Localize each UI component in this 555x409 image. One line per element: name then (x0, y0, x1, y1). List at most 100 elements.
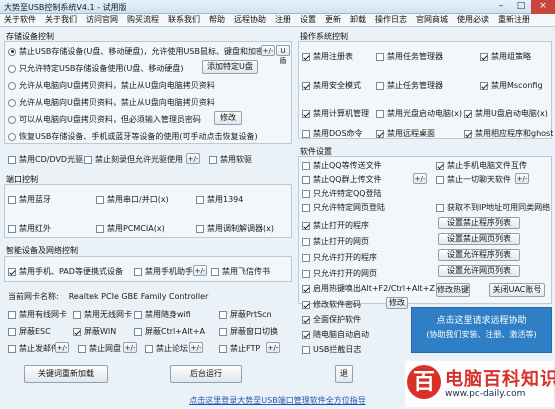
checkbox-icon[interactable] (480, 52, 488, 61)
remote-assist-banner[interactable]: 点击这里请求远程协助 (协助我们安装、注册、激活等) (411, 307, 552, 353)
checkbox-icon[interactable] (302, 284, 310, 293)
helper-plusminus-button[interactable]: +/- (193, 265, 207, 276)
checkbox-icon[interactable] (8, 155, 16, 164)
radio-icon[interactable] (8, 47, 16, 56)
sw-password[interactable]: 修改软件密码 (302, 299, 361, 310)
set-allow-web-button[interactable]: 设置允许网页列表 (438, 265, 520, 277)
net-winswitch[interactable]: 屏蔽窗口切换 (219, 326, 278, 337)
add-usb-button[interactable]: 添加特定U盘 (202, 60, 258, 74)
checkbox-icon[interactable] (196, 195, 204, 204)
sw-qqfile[interactable]: 禁止QQ等传送文件 (302, 160, 382, 171)
net-win[interactable]: 屏蔽WIN (73, 326, 116, 337)
checkbox-icon[interactable] (464, 129, 472, 138)
os-compmgmt[interactable]: 禁用计算机管理 (302, 108, 369, 119)
checkbox-icon[interactable] (464, 109, 472, 118)
checkbox-icon[interactable] (376, 129, 384, 138)
net-esc[interactable]: 屏蔽ESC (8, 326, 51, 337)
checkbox-icon[interactable] (219, 344, 227, 353)
os-dos[interactable]: 禁用DOS命令 (302, 128, 363, 139)
checkbox-icon[interactable] (73, 327, 81, 336)
menu-must-read[interactable]: 使用必读 (457, 14, 489, 26)
sw-phonefile[interactable]: 禁止手机电脑文件互传 (436, 160, 527, 171)
os-usbboot[interactable]: 禁用U盘启动电脑(x) (464, 108, 548, 119)
storage-opt2[interactable]: 只允许特定USB存储设备使用(U盘、移动硬盘) (8, 63, 184, 74)
port-bluetooth[interactable]: 禁用蓝牙 (8, 194, 51, 205)
port-infrared[interactable]: 禁用红外 (8, 223, 51, 234)
disable-feixin[interactable]: 禁用飞信传书 (211, 266, 270, 277)
menu-remote[interactable]: 远程协助 (234, 14, 266, 26)
checkbox-icon[interactable] (96, 195, 104, 204)
checkbox-icon[interactable] (134, 310, 142, 319)
storage-opt3[interactable]: 允许从电脑向U盘拷贝资料，禁止从U盘向电脑拷贝资料 (8, 80, 215, 91)
checkbox-icon[interactable] (209, 155, 217, 164)
net-disk[interactable]: 禁止网盘 (78, 343, 121, 354)
checkbox-icon[interactable] (302, 269, 310, 278)
checkbox-icon[interactable] (211, 267, 219, 276)
net-wired[interactable]: 禁用有线网卡 (8, 309, 67, 320)
menu-register[interactable]: 注册 (275, 14, 291, 26)
checkbox-icon[interactable] (84, 155, 92, 164)
checkbox-icon[interactable] (302, 161, 310, 170)
checkbox-icon[interactable] (302, 203, 310, 212)
checkbox-icon[interactable] (134, 327, 142, 336)
menu-update[interactable]: 更新 (325, 14, 341, 26)
checkbox-icon[interactable] (302, 300, 310, 309)
os-gpedit[interactable]: 禁用组策略 (480, 51, 531, 62)
checkbox-icon[interactable] (302, 81, 310, 90)
checkbox-icon[interactable] (8, 224, 16, 233)
checkbox-icon[interactable] (302, 253, 310, 262)
disable-floppy[interactable]: 禁用软驱 (209, 154, 252, 165)
checkbox-icon[interactable] (219, 310, 227, 319)
checkbox-icon[interactable] (196, 224, 204, 233)
net-forum[interactable]: 禁止论坛 (145, 343, 188, 354)
exit-button[interactable]: 退 (335, 365, 353, 383)
menu-about-software[interactable]: 关于软件 (4, 14, 36, 26)
sw-autostart[interactable]: 随电脑自动启动 (302, 329, 369, 340)
os-regedit[interactable]: 禁用注册表 (302, 51, 353, 62)
checkbox-icon[interactable] (436, 175, 444, 184)
menu-reregister[interactable]: 重新注册 (498, 14, 530, 26)
sw-hotkey[interactable]: 启用热键唤出Alt+F2/Ctrl+Alt+Z (302, 283, 435, 294)
menu-about-us[interactable]: 关于我们 (45, 14, 77, 26)
net-ctrlalta[interactable]: 屏蔽Ctrl+Alt+A (134, 326, 205, 337)
checkbox-icon[interactable] (302, 109, 310, 118)
checkbox-icon[interactable] (376, 109, 384, 118)
storage-opt1[interactable]: 禁止USB存储设备(U盘、移动硬盘)，允许使用USB鼠标、键盘和加密狗 (8, 46, 272, 57)
os-taskmgr2[interactable]: 禁止任务管理器 (376, 80, 443, 91)
menu-website[interactable]: 访问官网 (86, 14, 118, 26)
os-rdp[interactable]: 禁用远程桌面 (376, 128, 435, 139)
minimize-button[interactable]: – (491, 0, 511, 14)
disable-helper[interactable]: 禁用手机助手 (134, 266, 193, 277)
disable-cd[interactable]: 禁用CD/DVD光驱 (8, 154, 83, 165)
checkbox-icon[interactable] (8, 327, 16, 336)
net-prtscn[interactable]: 屏蔽PrtScn (219, 309, 272, 320)
background-run-button[interactable]: 后台运行 (170, 365, 242, 383)
set-allow-prog-button[interactable]: 设置允许程序列表 (438, 249, 520, 261)
os-safemode[interactable]: 禁用安全模式 (302, 80, 361, 91)
storage-opt6[interactable]: 恢复USB存储设备、手机或蓝牙等设备的使用(可手动点击恢复设备) (8, 131, 258, 142)
modify-hotkey-button[interactable]: 修改热键 (436, 283, 470, 297)
storage-opt1-plusminus-button[interactable]: +/- (261, 45, 275, 56)
forum-plusminus-button[interactable]: +/- (189, 342, 203, 353)
port-serial[interactable]: 禁用串口/并口(x) (96, 194, 169, 205)
checkbox-icon[interactable] (8, 344, 16, 353)
checkbox-icon[interactable] (8, 195, 16, 204)
os-cdboot[interactable]: 禁用光盘启动电脑(x) (376, 108, 462, 119)
checkbox-icon[interactable] (480, 81, 488, 90)
checkbox-icon[interactable] (436, 161, 444, 170)
sw-blockweb[interactable]: 禁止打开的网页 (302, 236, 369, 247)
sw-noip[interactable]: 获取不到IP地址可用同类网络 (436, 202, 550, 213)
checkbox-icon[interactable] (302, 221, 310, 230)
disable-burn[interactable]: 禁止刻录但允许光驱使用 (84, 154, 183, 165)
sw-blockprog[interactable]: 禁止打开的程序 (302, 220, 369, 231)
sw-weblogin[interactable]: 只允许特定网页登陆 (302, 202, 385, 213)
menu-help[interactable]: 帮助 (209, 14, 225, 26)
checkbox-icon[interactable] (376, 52, 384, 61)
sw-chat[interactable]: 禁止一切聊天软件 (436, 174, 511, 185)
checkbox-icon[interactable] (302, 315, 310, 324)
checkbox-icon[interactable] (302, 175, 310, 184)
set-block-prog-button[interactable]: 设置禁止程序列表 (438, 217, 520, 229)
disable-phone[interactable]: 禁用手机、PAD等便携式设备 (8, 266, 123, 277)
os-msconfig[interactable]: 禁用Msconfig (480, 80, 543, 91)
checkbox-icon[interactable] (302, 189, 310, 198)
